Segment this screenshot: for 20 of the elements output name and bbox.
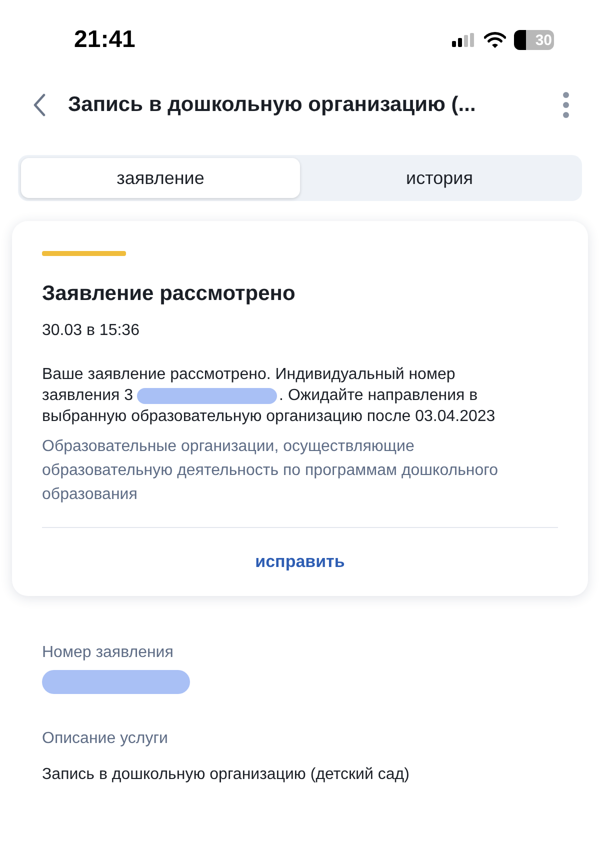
edit-button[interactable]: исправить	[247, 548, 353, 576]
battery-indicator: 30	[514, 30, 554, 50]
tab[interactable]: история	[300, 158, 579, 198]
field-label: Описание услуги	[42, 730, 169, 748]
signal-icon	[452, 33, 476, 47]
clock-time: 21:41	[74, 26, 136, 54]
status-message: . Ожидайте направления в	[279, 386, 478, 406]
page-title: Запись в дошкольную организацию (...	[68, 93, 477, 117]
field-value: Запись в дошкольную организацию (детский сад)	[42, 766, 410, 784]
back-button[interactable]	[32, 93, 46, 117]
status-message: заявления 3	[42, 386, 134, 406]
organization-text: Образовательные организации, осуществляющие образовательную деятельность по программам дошкольного образования	[42, 437, 500, 505]
status-title: Заявление рассмотрено	[42, 282, 296, 306]
status-message: выбранную образовательную организацию после 03.04.2023	[42, 407, 496, 427]
more-menu-button[interactable]	[562, 92, 570, 118]
wifi-icon	[484, 32, 506, 48]
field-label: Номер заявления	[42, 644, 174, 662]
status-message: Ваше заявление рассмотрено. Индивидуальный номер	[42, 365, 456, 385]
tab[interactable]: заявление	[21, 158, 300, 198]
status-date: 30.03 в 15:36	[42, 322, 140, 340]
